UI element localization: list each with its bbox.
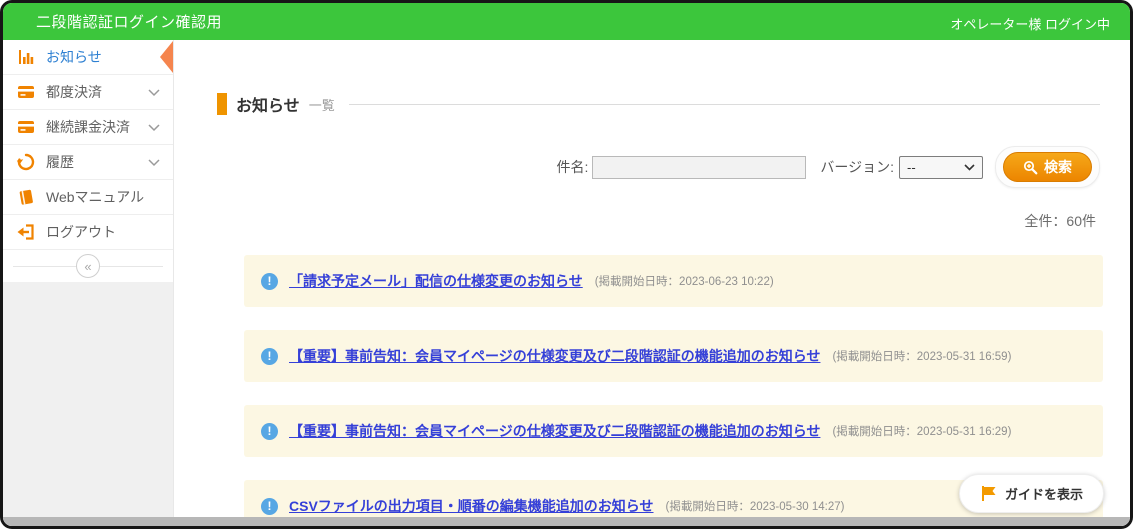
- search-form: 件名: バージョン: -- 検索: [174, 146, 1100, 188]
- chevron-down-icon: [148, 159, 160, 167]
- version-select[interactable]: --: [899, 156, 983, 179]
- subject-input[interactable]: [592, 156, 806, 179]
- active-item-indicator: [160, 41, 173, 73]
- sidebar-item-tsudo-kessai[interactable]: 都度決済: [3, 75, 173, 110]
- sidebar-item-label: Webマニュアル: [46, 187, 144, 207]
- logout-icon: [16, 222, 36, 242]
- sidebar-item-logout[interactable]: ログアウト: [3, 215, 173, 250]
- subject-label: 件名:: [557, 157, 589, 177]
- app-window: 二段階認証ログイン確認用 オペレーター様 ログイン中 お知らせ: [0, 0, 1133, 529]
- show-guide-button[interactable]: ガイドを表示: [959, 474, 1104, 513]
- sidebar-collapse-row: «: [3, 250, 173, 282]
- notice-posted-datetime: (掲載開始日時：2023-06-23 10:22): [595, 273, 774, 289]
- sidebar-item-label: 履歴: [46, 152, 74, 172]
- notice-row: ! 「請求予定メール」配信の仕様変更のお知らせ (掲載開始日時：2023-06-…: [244, 255, 1103, 307]
- sidebar-item-label: 継続課金決済: [46, 117, 130, 137]
- info-icon: !: [261, 423, 278, 440]
- sidebar-filler: [3, 282, 173, 529]
- sidebar-item-rireki[interactable]: 履歴: [3, 145, 173, 180]
- version-label: バージョン:: [820, 157, 894, 177]
- sidebar-item-label: 都度決済: [46, 82, 102, 102]
- history-icon: [16, 152, 36, 172]
- sidebar-item-oshirase[interactable]: お知らせ: [3, 40, 173, 75]
- credit-card-icon: [16, 82, 36, 102]
- notice-posted-datetime: (掲載開始日時：2023-05-30 14:27): [666, 498, 845, 514]
- notice-link[interactable]: 「請求予定メール」配信の仕様変更のお知らせ: [289, 271, 583, 291]
- sidebar-item-keizoku-kakin[interactable]: 継続課金決済: [3, 110, 173, 145]
- credit-card-icon: [16, 117, 36, 137]
- flag-icon: [980, 485, 997, 502]
- notice-link[interactable]: 【重要】事前告知：会員マイページの仕様変更及び二段階認証の機能追加のお知らせ: [289, 346, 820, 366]
- heading-divider-line: [349, 104, 1100, 105]
- main-content: お知らせ 一覧 件名: バージョン: --: [174, 40, 1130, 529]
- notice-row: ! 【重要】事前告知：会員マイページの仕様変更及び二段階認証の機能追加のお知らせ…: [244, 330, 1103, 382]
- search-button-label: 検索: [1044, 157, 1072, 177]
- notice-link[interactable]: CSVファイルの出力項目・順番の編集機能追加のお知らせ: [289, 496, 654, 516]
- version-selected-value: --: [907, 160, 916, 175]
- show-guide-label: ガイドを表示: [1005, 484, 1083, 503]
- notice-posted-datetime: (掲載開始日時：2023-05-31 16:59): [832, 348, 1011, 364]
- horizontal-scrollbar[interactable]: [3, 517, 1130, 526]
- chevron-down-icon: [148, 89, 160, 97]
- page-title: お知らせ: [236, 92, 300, 116]
- app-title: 二段階認証ログイン確認用: [36, 11, 222, 32]
- page-heading: お知らせ 一覧: [217, 92, 1100, 116]
- info-icon: !: [261, 348, 278, 365]
- select-chevron-down-icon: [964, 164, 975, 171]
- book-icon: [16, 187, 36, 207]
- search-button-capsule: 検索: [995, 146, 1100, 188]
- header-bar: 二段階認証ログイン確認用 オペレーター様 ログイン中: [3, 3, 1130, 40]
- sidebar: お知らせ 都度決済 継続課金決済: [3, 40, 174, 529]
- bar-chart-icon: [16, 47, 36, 67]
- sidebar-item-web-manual[interactable]: Webマニュアル: [3, 180, 173, 215]
- magnifier-plus-icon: [1023, 160, 1038, 175]
- sidebar-item-label: お知らせ: [46, 47, 102, 67]
- heading-accent-bar: [217, 93, 227, 115]
- notice-row: ! 【重要】事前告知：会員マイページの仕様変更及び二段階認証の機能追加のお知らせ…: [244, 405, 1103, 457]
- info-icon: !: [261, 498, 278, 515]
- chevron-down-icon: [148, 124, 160, 132]
- sidebar-item-label: ログアウト: [46, 222, 116, 242]
- info-icon: !: [261, 273, 278, 290]
- search-button[interactable]: 検索: [1003, 152, 1092, 182]
- sidebar-collapse-button[interactable]: «: [76, 254, 100, 278]
- notice-link[interactable]: 【重要】事前告知：会員マイページの仕様変更及び二段階認証の機能追加のお知らせ: [289, 421, 820, 441]
- page-subtitle: 一覧: [309, 95, 335, 114]
- total-count: 全件：60件: [174, 211, 1096, 231]
- notice-posted-datetime: (掲載開始日時：2023-05-31 16:29): [832, 423, 1011, 439]
- login-status: オペレーター様 ログイン中: [950, 14, 1110, 40]
